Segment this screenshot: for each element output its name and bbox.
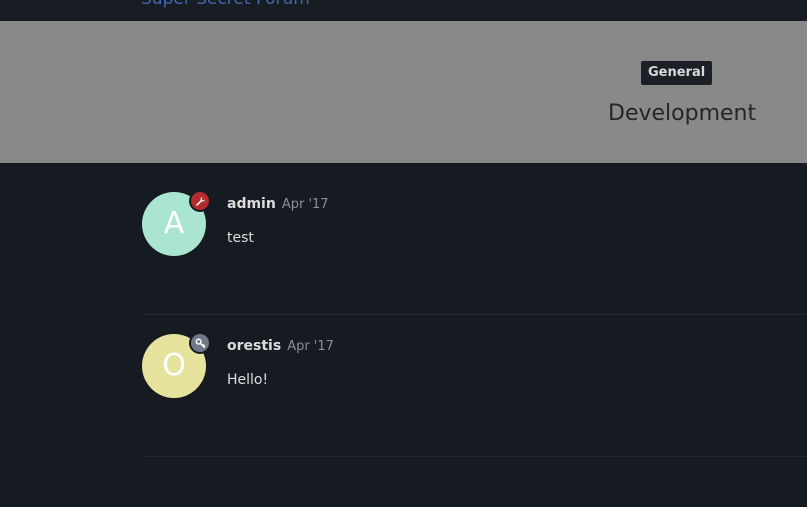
post-item: A admin Apr '17 test xyxy=(142,172,807,314)
post-body: Hello! xyxy=(227,372,269,388)
post-item: O orestis Apr '17 Hello! xyxy=(142,314,807,456)
top-header: Super Secret Forum xyxy=(0,0,807,21)
username[interactable]: orestis xyxy=(227,338,281,354)
avatar-letter: O xyxy=(162,348,186,383)
post-divider xyxy=(142,456,807,457)
topic-title[interactable]: Development xyxy=(608,101,756,126)
key-icon xyxy=(189,332,211,354)
category-badge[interactable]: General xyxy=(641,61,713,85)
post-body: test xyxy=(227,230,254,246)
topic-header: General Development xyxy=(0,21,807,163)
post-date[interactable]: Apr '17 xyxy=(287,339,334,354)
wrench-icon xyxy=(189,190,211,212)
avatar-letter: A xyxy=(163,206,185,241)
site-title-link[interactable]: Super Secret Forum xyxy=(141,0,310,9)
username[interactable]: admin xyxy=(227,196,276,212)
post-date[interactable]: Apr '17 xyxy=(282,197,329,212)
